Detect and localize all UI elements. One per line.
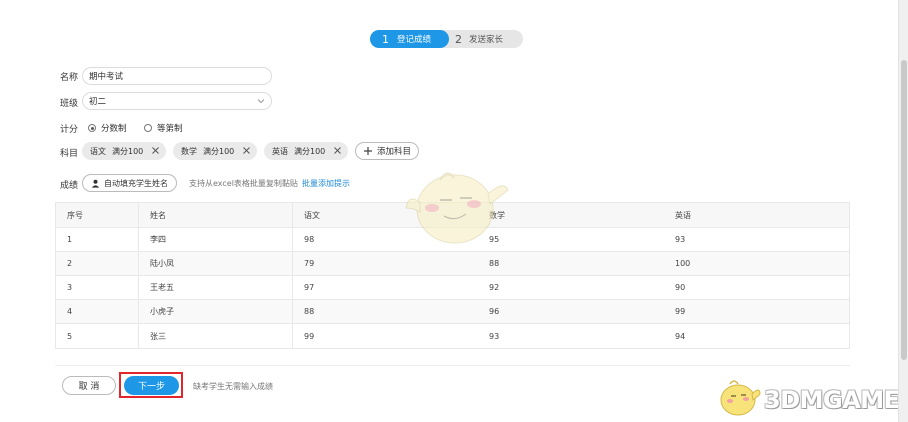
radio-score-points-label: 分数制 xyxy=(101,124,127,134)
close-icon[interactable] xyxy=(242,146,251,155)
subject-chip-name: 英语 xyxy=(272,146,288,156)
header-index: 序号 xyxy=(67,210,83,220)
cell-name[interactable]: 张三 xyxy=(138,324,292,348)
cell-name[interactable]: 陆小凤 xyxy=(138,252,292,275)
subject-chip-english: 英语 满分100 xyxy=(264,142,348,160)
chevron-down-icon xyxy=(257,99,265,104)
cell-name[interactable]: 小虎子 xyxy=(138,300,292,323)
step-1-number: 1 xyxy=(382,32,389,46)
add-subject-button[interactable]: 添加科目 xyxy=(355,142,419,160)
cell-chinese[interactable]: 99 xyxy=(292,324,478,348)
radio-score-grades-label: 等第制 xyxy=(157,124,183,134)
radio-selected-icon xyxy=(88,124,96,132)
subject-chip-full: 满分100 xyxy=(112,146,144,156)
subject-chip-chinese: 语文 满分100 xyxy=(82,142,166,160)
cell-name[interactable]: 李四 xyxy=(138,228,292,251)
cell-name[interactable]: 王老五 xyxy=(138,276,292,299)
cell-english[interactable]: 94 xyxy=(664,324,850,348)
cell-chinese[interactable]: 79 xyxy=(292,252,478,275)
footer-divider xyxy=(55,365,850,366)
subject-chip-full: 满分100 xyxy=(294,146,326,156)
cell-math[interactable]: 96 xyxy=(478,300,664,323)
cell-chinese[interactable]: 97 xyxy=(292,276,478,299)
step-1[interactable]: 1 登记成绩 xyxy=(370,30,449,48)
watermark: 3DMGAME xyxy=(716,372,906,422)
cell-chinese[interactable]: 88 xyxy=(292,300,478,323)
next-button[interactable]: 下一步 xyxy=(124,376,179,395)
batch-hint-link[interactable]: 批量添加提示 xyxy=(302,178,350,189)
subject-label: 科目 xyxy=(60,149,79,159)
radio-score-grades[interactable]: 等第制 xyxy=(144,122,183,134)
plus-icon xyxy=(364,147,372,155)
mascot-illustration xyxy=(405,172,509,244)
class-select-value: 初二 xyxy=(89,97,107,107)
table-row: 4 小虎子 88 96 99 xyxy=(56,300,849,324)
cell-english[interactable]: 90 xyxy=(664,276,850,299)
close-icon[interactable] xyxy=(151,146,160,155)
class-label: 班级 xyxy=(60,99,79,109)
subject-chip-math: 数学 满分100 xyxy=(173,142,257,160)
table-row: 3 王老五 97 92 90 xyxy=(56,276,849,300)
score-type-label: 计分 xyxy=(60,125,79,135)
add-subject-label: 添加科目 xyxy=(377,147,412,157)
cell-index: 4 xyxy=(67,307,73,316)
cell-english[interactable]: 93 xyxy=(664,228,850,251)
cell-index: 3 xyxy=(67,283,73,292)
cell-index: 5 xyxy=(67,331,73,341)
step-2-number: 2 xyxy=(455,32,462,46)
cell-english[interactable]: 100 xyxy=(664,252,850,275)
next-label: 下一步 xyxy=(137,382,165,392)
scrollbar-thumb[interactable] xyxy=(901,60,907,360)
class-select[interactable]: 初二 xyxy=(82,92,272,110)
step-1-label: 登记成绩 xyxy=(397,35,432,45)
cell-english[interactable]: 99 xyxy=(664,300,850,323)
autofill-names-button[interactable]: 自动填充学生姓名 xyxy=(82,174,177,192)
watermark-mascot-icon xyxy=(720,380,761,416)
cell-math[interactable]: 92 xyxy=(478,276,664,299)
step-indicator: 1 登记成绩 2 发送家长 xyxy=(370,30,523,48)
cell-math[interactable]: 88 xyxy=(478,252,664,275)
step-2[interactable]: 2 发送家长 xyxy=(455,30,503,48)
step-2-label: 发送家长 xyxy=(469,35,504,45)
autofill-names-label: 自动填充学生姓名 xyxy=(104,178,168,188)
radio-score-points[interactable]: 分数制 xyxy=(88,122,127,134)
absence-note: 缺考学生无需输入成绩 xyxy=(193,382,273,391)
name-input-value: 期中考试 xyxy=(89,72,124,82)
main-panel: 1 登记成绩 2 发送家长 名称 期中考试 班级 初二 计分 分数制 等第制 科… xyxy=(0,0,900,422)
vertical-scrollbar[interactable] xyxy=(898,0,908,422)
watermark-text: 3DMGAME xyxy=(764,386,900,414)
subject-chip-full: 满分100 xyxy=(203,146,235,156)
cell-math[interactable]: 93 xyxy=(478,324,664,348)
subject-chip-name: 语文 xyxy=(90,146,106,156)
table-row: 5 张三 99 93 94 xyxy=(56,324,849,348)
close-icon[interactable] xyxy=(333,146,342,155)
name-label: 名称 xyxy=(60,73,79,83)
name-input[interactable]: 期中考试 xyxy=(82,67,272,85)
header-english: 英语 xyxy=(675,210,691,220)
subject-chip-name: 数学 xyxy=(181,146,197,156)
header-name: 姓名 xyxy=(138,203,292,227)
cancel-label: 取 消 xyxy=(78,382,100,392)
paste-hint: 支持从excel表格批量复制黏贴 xyxy=(189,179,298,188)
grades-label: 成绩 xyxy=(60,181,79,191)
table-row: 2 陆小凤 79 88 100 xyxy=(56,252,849,276)
cell-index: 1 xyxy=(67,235,73,244)
radio-unselected-icon xyxy=(144,124,152,132)
user-icon xyxy=(91,179,100,188)
cancel-button[interactable]: 取 消 xyxy=(62,376,116,395)
cell-index: 2 xyxy=(67,259,73,268)
